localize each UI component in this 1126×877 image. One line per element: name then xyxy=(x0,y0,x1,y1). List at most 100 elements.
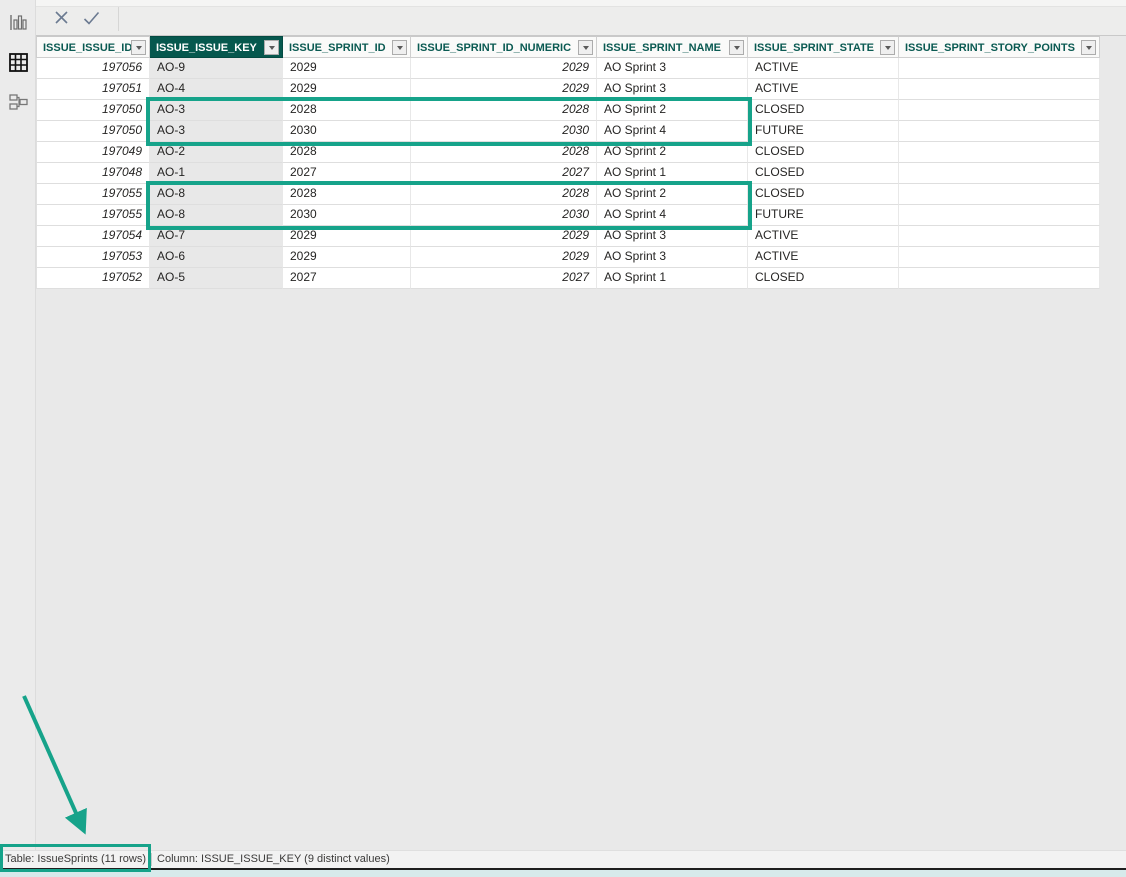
table-cell[interactable]: 2028 xyxy=(283,142,411,163)
formula-input[interactable] xyxy=(126,7,1118,31)
filter-dropdown-icon[interactable] xyxy=(264,40,279,55)
table-cell[interactable]: 2028 xyxy=(283,184,411,205)
table-cell[interactable]: 197051 xyxy=(36,79,150,100)
table-cell[interactable]: CLOSED xyxy=(748,268,899,289)
table-cell[interactable]: CLOSED xyxy=(748,100,899,121)
table-cell[interactable]: AO Sprint 1 xyxy=(597,268,748,289)
table-cell[interactable] xyxy=(899,205,1100,226)
table-cell[interactable]: ACTIVE xyxy=(748,79,899,100)
sidebar-item-report-view[interactable] xyxy=(0,4,36,40)
table-cell[interactable]: 2029 xyxy=(283,226,411,247)
commit-button[interactable] xyxy=(78,7,104,31)
table-cell[interactable]: 2029 xyxy=(283,247,411,268)
column-header-issue_issue_key[interactable]: ISSUE_ISSUE_KEY xyxy=(150,36,283,58)
table-cell[interactable]: AO Sprint 2 xyxy=(597,142,748,163)
table-cell[interactable]: 2027 xyxy=(411,268,597,289)
table-cell[interactable]: CLOSED xyxy=(748,142,899,163)
table-cell[interactable] xyxy=(899,268,1100,289)
table-cell[interactable]: AO Sprint 3 xyxy=(597,247,748,268)
table-cell[interactable] xyxy=(899,163,1100,184)
table-cell[interactable]: 197056 xyxy=(36,58,150,79)
table-cell[interactable]: 2029 xyxy=(411,79,597,100)
table-cell[interactable]: 2029 xyxy=(411,226,597,247)
table-cell[interactable] xyxy=(899,226,1100,247)
table-cell[interactable]: AO-9 xyxy=(150,58,283,79)
table-cell[interactable]: AO-7 xyxy=(150,226,283,247)
table-cell[interactable]: AO-6 xyxy=(150,247,283,268)
table-cell[interactable]: AO Sprint 3 xyxy=(597,79,748,100)
table-cell[interactable]: AO Sprint 1 xyxy=(597,163,748,184)
column-header-issue_sprint_story_points[interactable]: ISSUE_SPRINT_STORY_POINTS xyxy=(899,36,1100,58)
table-cell[interactable]: AO Sprint 4 xyxy=(597,121,748,142)
table-cell[interactable] xyxy=(899,121,1100,142)
table-cell[interactable]: 2028 xyxy=(283,100,411,121)
table-cell[interactable] xyxy=(899,79,1100,100)
column-header-issue_sprint_id[interactable]: ISSUE_SPRINT_ID xyxy=(283,36,411,58)
table-cell[interactable]: 197055 xyxy=(36,205,150,226)
table-cell[interactable]: 197055 xyxy=(36,184,150,205)
table-header-row: ISSUE_ISSUE_IDISSUE_ISSUE_KEYISSUE_SPRIN… xyxy=(36,36,1100,58)
table-cell[interactable]: 2027 xyxy=(283,268,411,289)
table-cell[interactable]: FUTURE xyxy=(748,121,899,142)
cancel-button[interactable] xyxy=(48,7,74,31)
table-cell[interactable]: 2027 xyxy=(411,163,597,184)
table-cell[interactable]: 2028 xyxy=(411,100,597,121)
table-cell[interactable]: AO-3 xyxy=(150,100,283,121)
table-cell[interactable]: 197050 xyxy=(36,121,150,142)
table-cell[interactable]: AO-8 xyxy=(150,184,283,205)
table-cell[interactable]: AO-3 xyxy=(150,121,283,142)
table-cell[interactable] xyxy=(899,58,1100,79)
table-cell[interactable]: ACTIVE xyxy=(748,58,899,79)
table-cell[interactable]: ACTIVE xyxy=(748,226,899,247)
table-cell[interactable]: ACTIVE xyxy=(748,247,899,268)
table-cell[interactable]: AO-5 xyxy=(150,268,283,289)
sidebar-item-model-view[interactable] xyxy=(0,84,36,120)
filter-dropdown-icon[interactable] xyxy=(1081,40,1096,55)
table-cell[interactable]: 2028 xyxy=(411,184,597,205)
table-cell[interactable]: 2027 xyxy=(283,163,411,184)
table-cell[interactable]: 197048 xyxy=(36,163,150,184)
table-cell[interactable]: 197050 xyxy=(36,100,150,121)
table-row: 197055AO-820282028AO Sprint 2CLOSED xyxy=(36,184,1100,205)
table-cell[interactable]: FUTURE xyxy=(748,205,899,226)
table-cell[interactable] xyxy=(899,142,1100,163)
table-cell[interactable]: 197054 xyxy=(36,226,150,247)
table-cell[interactable]: 197052 xyxy=(36,268,150,289)
table-cell[interactable]: AO Sprint 3 xyxy=(597,226,748,247)
table-cell[interactable]: AO Sprint 2 xyxy=(597,184,748,205)
table-cell[interactable]: AO Sprint 2 xyxy=(597,100,748,121)
table-cell[interactable]: 2029 xyxy=(411,247,597,268)
table-cell[interactable]: AO Sprint 4 xyxy=(597,205,748,226)
table-cell[interactable]: AO Sprint 3 xyxy=(597,58,748,79)
table-cell[interactable]: AO-4 xyxy=(150,79,283,100)
table-cell[interactable]: 2029 xyxy=(283,79,411,100)
filter-dropdown-icon[interactable] xyxy=(131,40,146,55)
table-cell[interactable]: 197049 xyxy=(36,142,150,163)
filter-dropdown-icon[interactable] xyxy=(578,40,593,55)
status-bar: Table: IssueSprints (11 rows) Column: IS… xyxy=(0,850,1126,868)
table-cell[interactable] xyxy=(899,184,1100,205)
filter-dropdown-icon[interactable] xyxy=(729,40,744,55)
table-cell[interactable]: 2030 xyxy=(411,205,597,226)
table-cell[interactable]: 2030 xyxy=(283,205,411,226)
table-cell[interactable]: CLOSED xyxy=(748,184,899,205)
table-cell[interactable] xyxy=(899,100,1100,121)
column-header-issue_sprint_name[interactable]: ISSUE_SPRINT_NAME xyxy=(597,36,748,58)
table-cell[interactable]: 2028 xyxy=(411,142,597,163)
table-cell[interactable]: CLOSED xyxy=(748,163,899,184)
column-header-issue_sprint_state[interactable]: ISSUE_SPRINT_STATE xyxy=(748,36,899,58)
table-cell[interactable]: 2030 xyxy=(283,121,411,142)
table-cell[interactable]: 2029 xyxy=(411,58,597,79)
table-cell[interactable]: 197053 xyxy=(36,247,150,268)
table-cell[interactable]: 2029 xyxy=(283,58,411,79)
table-cell[interactable]: AO-2 xyxy=(150,142,283,163)
table-cell[interactable]: AO-1 xyxy=(150,163,283,184)
filter-dropdown-icon[interactable] xyxy=(392,40,407,55)
column-header-issue_sprint_id_numeric[interactable]: ISSUE_SPRINT_ID_NUMERIC xyxy=(411,36,597,58)
table-cell[interactable] xyxy=(899,247,1100,268)
filter-dropdown-icon[interactable] xyxy=(880,40,895,55)
column-header-issue_issue_id[interactable]: ISSUE_ISSUE_ID xyxy=(36,36,150,58)
table-cell[interactable]: 2030 xyxy=(411,121,597,142)
table-cell[interactable]: AO-8 xyxy=(150,205,283,226)
sidebar-item-data-view[interactable] xyxy=(0,44,36,80)
